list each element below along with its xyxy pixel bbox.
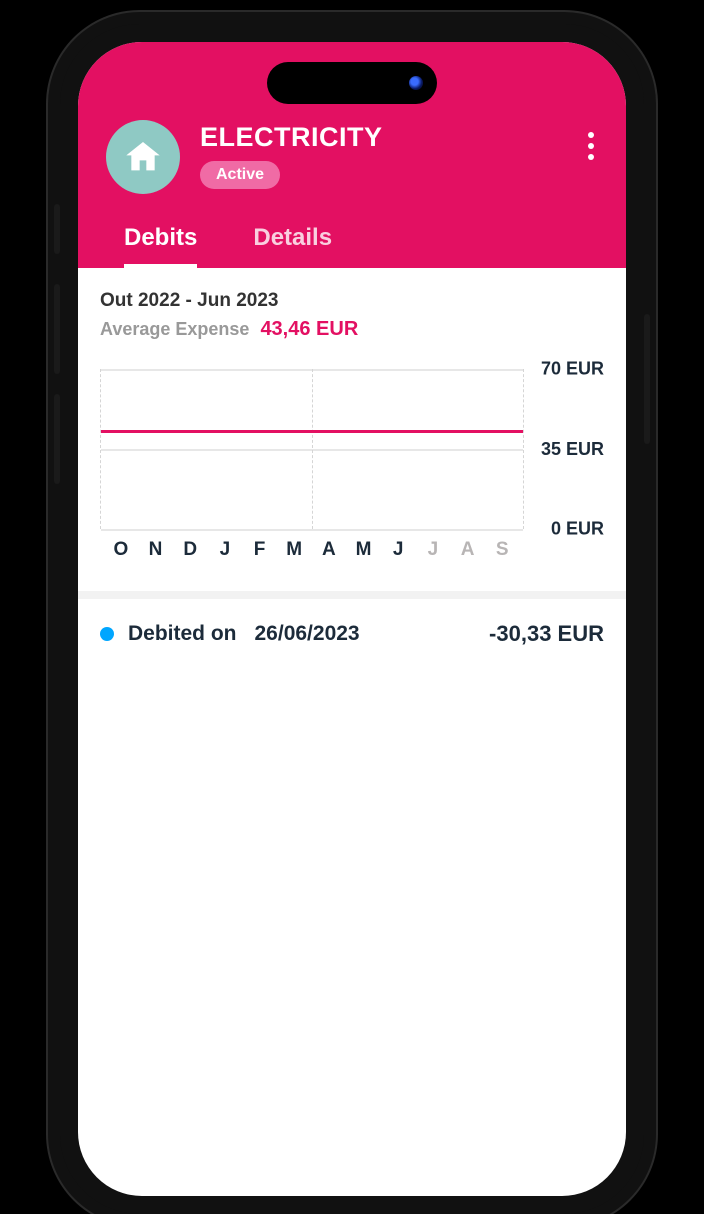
chart-x-tick: J xyxy=(416,539,451,561)
transaction-date: 26/06/2023 xyxy=(255,622,360,646)
camera-icon xyxy=(409,76,423,90)
volume-down-button xyxy=(54,394,60,484)
more-menu-button[interactable] xyxy=(584,126,598,166)
chart-y-tick: 0 EUR xyxy=(551,519,604,540)
chart: 70 EUR35 EUR0 EUR xyxy=(100,369,604,529)
chart-x-tick: A xyxy=(451,539,486,561)
chart-y-axis: 70 EUR35 EUR0 EUR xyxy=(524,369,604,529)
chart-x-tick: J xyxy=(381,539,416,561)
transaction-label: Debited on xyxy=(128,622,237,646)
chart-x-tick: O xyxy=(104,539,139,561)
average-row: Average Expense 43,46 EUR xyxy=(100,318,604,341)
chart-gridline xyxy=(101,369,523,371)
transaction-amount: -30,33 EUR xyxy=(489,621,604,647)
tabs: Debits Details xyxy=(106,224,598,268)
house-icon xyxy=(123,137,163,177)
chart-x-tick: D xyxy=(173,539,208,561)
chart-x-tick: J xyxy=(208,539,243,561)
content: Out 2022 - Jun 2023 Average Expense 43,4… xyxy=(78,268,626,647)
chart-x-tick: N xyxy=(139,539,174,561)
average-value: 43,46 EUR xyxy=(260,318,358,340)
status-badge: Active xyxy=(200,161,280,189)
chart-gridline xyxy=(101,529,523,531)
screen: ELECTRICITY Active Debits Details Out 20… xyxy=(78,42,626,1196)
chart-x-tick: S xyxy=(485,539,520,561)
volume-up-button xyxy=(54,284,60,374)
dynamic-island xyxy=(267,62,437,104)
side-button xyxy=(54,204,60,254)
chart-average-line xyxy=(101,430,523,433)
status-dot-icon xyxy=(100,627,114,641)
chart-y-tick: 35 EUR xyxy=(541,439,604,460)
chart-x-tick: A xyxy=(312,539,347,561)
chart-plot-area xyxy=(100,369,524,529)
chart-x-axis: ONDJFMAMJJAS xyxy=(100,529,604,561)
chart-gridline xyxy=(101,449,523,451)
chart-x-tick: M xyxy=(277,539,312,561)
power-button xyxy=(644,314,650,444)
page-title: ELECTRICITY xyxy=(200,122,383,153)
section-divider xyxy=(78,591,626,599)
tab-debits[interactable]: Debits xyxy=(124,224,197,268)
chart-x-tick: M xyxy=(347,539,382,561)
tab-details[interactable]: Details xyxy=(253,224,332,268)
chart-y-tick: 70 EUR xyxy=(541,359,604,380)
chart-x-tick: F xyxy=(243,539,278,561)
transaction-row[interactable]: Debited on 26/06/2023 -30,33 EUR xyxy=(100,599,604,647)
category-avatar xyxy=(106,120,180,194)
phone-frame: ELECTRICITY Active Debits Details Out 20… xyxy=(60,24,644,1214)
date-range: Out 2022 - Jun 2023 xyxy=(100,290,604,312)
average-label: Average Expense xyxy=(100,319,249,339)
